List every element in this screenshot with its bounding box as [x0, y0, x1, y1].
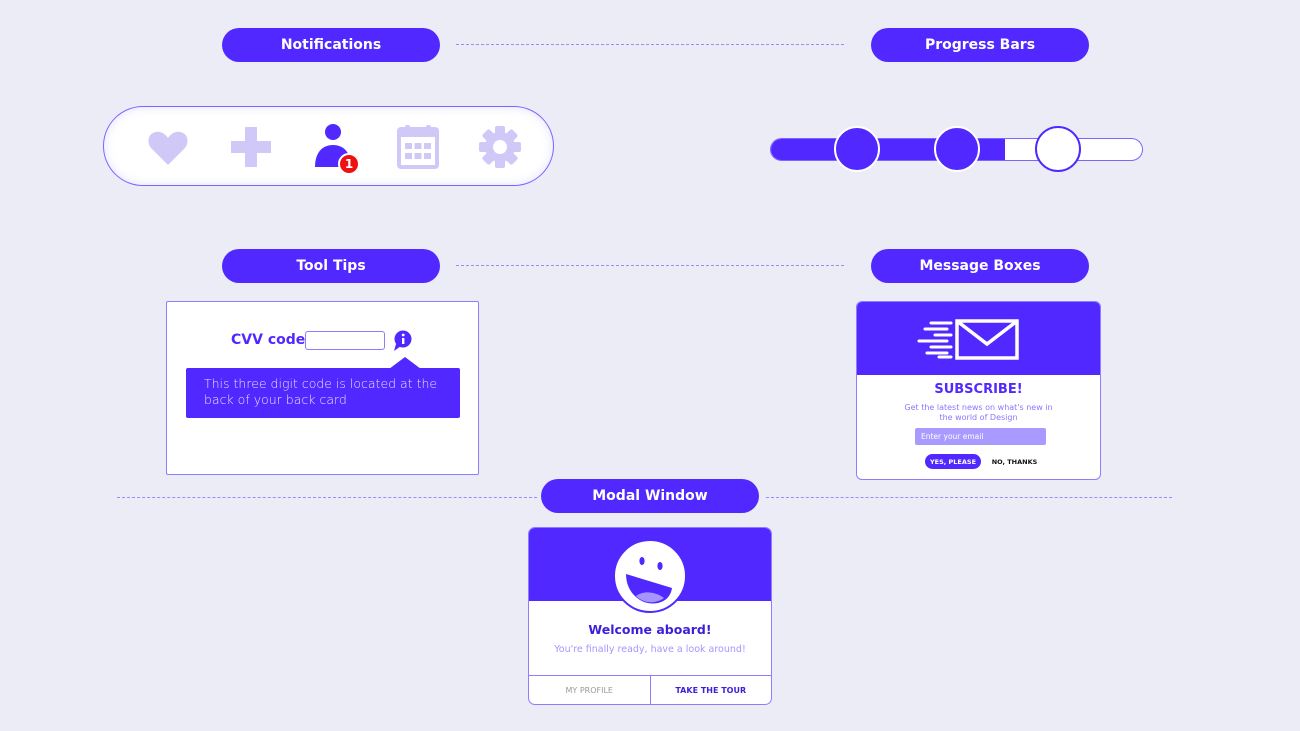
info-icon[interactable]: [393, 330, 413, 352]
heart-icon[interactable]: [144, 123, 192, 171]
divider: [117, 497, 537, 498]
calendar-icon[interactable]: [393, 123, 441, 171]
divider: [456, 44, 844, 45]
progress-step[interactable]: [1035, 126, 1081, 172]
message-subtitle: Get the latest news on what's new in the…: [904, 403, 1053, 422]
plus-icon[interactable]: [227, 123, 275, 171]
progress-bar: [770, 126, 1144, 172]
user-icon[interactable]: 1: [310, 123, 360, 175]
envelope-icon: [917, 318, 1021, 360]
subscribe-message-box: SUBSCRIBE! Get the latest news on what's…: [856, 301, 1101, 480]
section-message-boxes: Message Boxes: [871, 249, 1089, 283]
tooltip-card: CVV code This three digit code is locate…: [166, 301, 479, 475]
notification-badge: 1: [338, 153, 360, 175]
tooltip-bubble: This three digit code is located at the …: [186, 368, 460, 418]
divider: [456, 265, 844, 266]
cvv-input[interactable]: [305, 331, 385, 350]
my-profile-button[interactable]: MY PROFILE: [529, 676, 651, 704]
email-input[interactable]: Enter your email: [915, 428, 1046, 445]
modal-footer: MY PROFILE TAKE THE TOUR: [529, 675, 771, 704]
divider: [766, 497, 1172, 498]
notification-bar: 1: [103, 106, 554, 186]
smiley-icon: [612, 538, 688, 614]
section-progress-bars: Progress Bars: [871, 28, 1089, 62]
yes-please-button[interactable]: YES, PLEASE: [925, 454, 981, 469]
section-notifications: Notifications: [222, 28, 440, 62]
modal-title: Welcome aboard!: [588, 622, 712, 637]
progress-step[interactable]: [934, 126, 980, 172]
modal-window: Welcome aboard! You're finally ready, ha…: [528, 527, 772, 705]
section-modal-window: Modal Window: [541, 479, 759, 513]
modal-subtitle: You're finally ready, have a look around…: [554, 644, 746, 655]
section-tool-tips: Tool Tips: [222, 249, 440, 283]
take-the-tour-button[interactable]: TAKE THE TOUR: [651, 676, 772, 704]
cvv-label: CVV code: [231, 332, 306, 348]
message-title: SUBSCRIBE!: [934, 382, 1023, 397]
no-thanks-button[interactable]: NO, THANKS: [987, 454, 1042, 469]
message-header: [857, 302, 1100, 375]
gear-icon[interactable]: [476, 123, 524, 171]
progress-step[interactable]: [834, 126, 880, 172]
